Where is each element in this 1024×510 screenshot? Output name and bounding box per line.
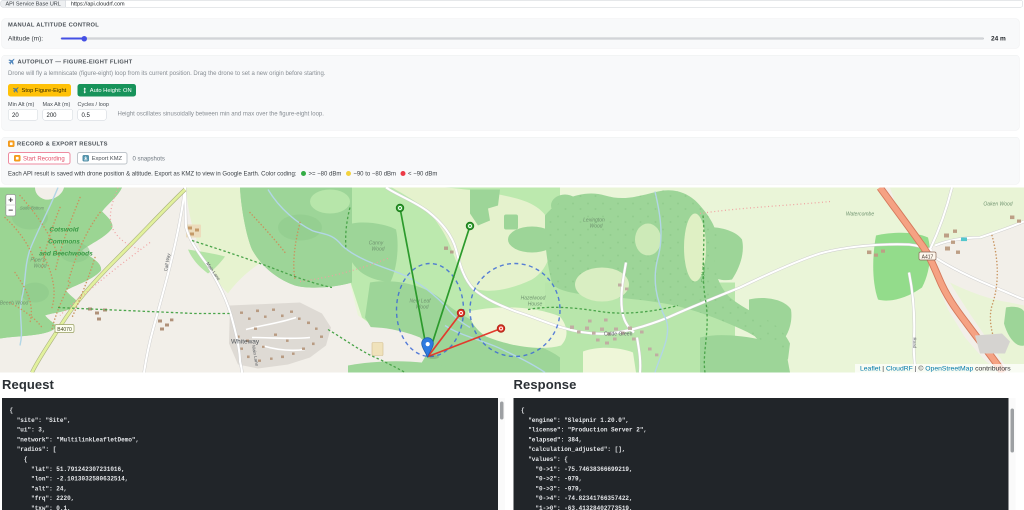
svg-text:Wood: Wood (589, 224, 602, 230)
svg-text:Leaflet | CloudRF | © OpenStre: Leaflet | CloudRF | © OpenStreetMap cont… (860, 364, 1011, 372)
svg-text:Sude Bottom: Sude Bottom (20, 206, 45, 211)
svg-text:Cotswold: Cotswold (49, 227, 79, 234)
svg-text:Oaken Wood: Oaken Wood (983, 202, 1012, 208)
svg-text:Cud Lane: Cud Lane (700, 262, 706, 282)
svg-text:House: House (528, 302, 543, 308)
svg-text:Watercombe: Watercombe (846, 212, 874, 218)
svg-text:Wood: Wood (415, 305, 428, 311)
svg-text:and Beechwoods: and Beechwoods (39, 251, 93, 258)
svg-text:Wood: Wood (371, 247, 384, 253)
svg-text:Beech Wood: Beech Wood (0, 301, 29, 307)
svg-text:Commons: Commons (48, 239, 80, 246)
svg-text:Wood: Wood (33, 264, 46, 270)
svg-text:−: − (8, 205, 13, 215)
svg-text:A417: A417 (922, 254, 934, 260)
svg-text:Calde Green: Calde Green (604, 332, 633, 338)
svg-text:B4070: B4070 (57, 327, 72, 333)
svg-text:Road: Road (912, 337, 917, 348)
svg-text:+: + (8, 195, 13, 205)
